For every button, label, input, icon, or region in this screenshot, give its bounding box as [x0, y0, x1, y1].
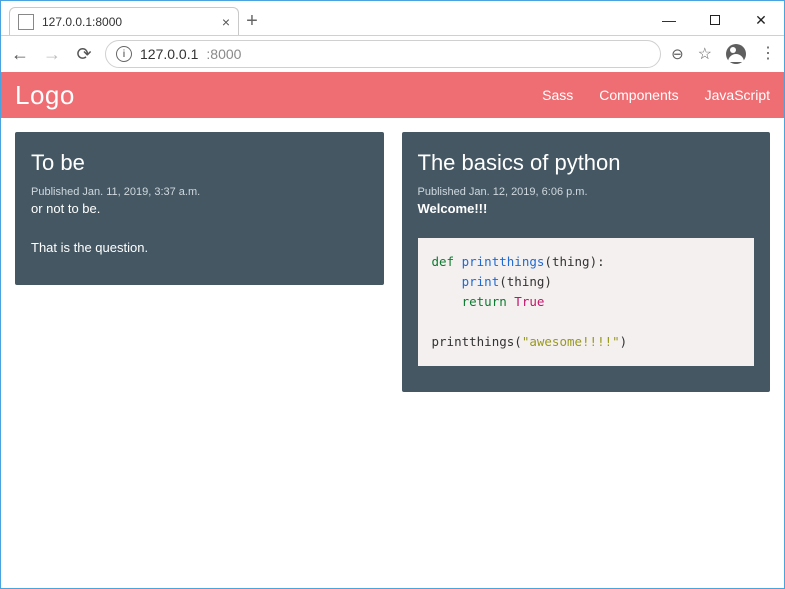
post-title: To be [31, 150, 368, 176]
back-button[interactable]: ← [9, 43, 31, 65]
reload-button[interactable]: ⟳ [73, 43, 95, 65]
page-icon [18, 14, 34, 30]
code-block: def printthings(thing): print(thing) ret… [418, 238, 755, 366]
nav-link-sass[interactable]: Sass [542, 87, 573, 103]
card-container: To be Published Jan. 11, 2019, 3:37 a.m.… [1, 118, 784, 406]
url-port: :8000 [206, 46, 241, 62]
post-published: Published Jan. 11, 2019, 3:37 a.m. [31, 186, 368, 198]
nav-link-components[interactable]: Components [599, 87, 678, 103]
site-info-icon[interactable]: i [116, 46, 132, 62]
forward-button[interactable]: → [41, 43, 63, 65]
profile-icon[interactable] [726, 44, 746, 64]
post-card: To be Published Jan. 11, 2019, 3:37 a.m.… [15, 132, 384, 285]
maximize-button[interactable] [692, 5, 738, 35]
site-navbar: Logo Sass Components JavaScript [1, 72, 784, 118]
post-body: or not to be. That is the question. [31, 199, 368, 259]
bookmark-icon[interactable]: ☆ [698, 44, 712, 64]
window-titlebar: 127.0.0.1:8000 × + — ✕ [1, 1, 784, 35]
post-title: The basics of python [418, 150, 755, 176]
brand-logo[interactable]: Logo [15, 80, 75, 111]
close-tab-icon[interactable]: × [222, 14, 230, 30]
tab-title: 127.0.0.1:8000 [42, 15, 122, 29]
browser-tab[interactable]: 127.0.0.1:8000 × [9, 7, 239, 35]
window-controls: — ✕ [646, 5, 784, 35]
address-bar[interactable]: i 127.0.0.1 :8000 [105, 40, 661, 68]
nav-links: Sass Components JavaScript [542, 87, 770, 103]
post-body: Welcome!!! def printthings(thing): print… [418, 199, 755, 366]
post-card: The basics of python Published Jan. 12, … [402, 132, 771, 392]
page-viewport: Logo Sass Components JavaScript To be Pu… [1, 72, 784, 588]
minimize-button[interactable]: — [646, 5, 692, 35]
nav-link-javascript[interactable]: JavaScript [705, 87, 770, 103]
close-window-button[interactable]: ✕ [738, 5, 784, 35]
new-tab-button[interactable]: + [239, 10, 265, 35]
zoom-icon[interactable]: ⊖ [671, 45, 684, 63]
post-published: Published Jan. 12, 2019, 6:06 p.m. [418, 186, 755, 198]
browser-toolbar: ← → ⟳ i 127.0.0.1:8000 ⊖ ☆ ⋮ [1, 35, 784, 73]
url-host: 127.0.0.1 [140, 46, 198, 62]
